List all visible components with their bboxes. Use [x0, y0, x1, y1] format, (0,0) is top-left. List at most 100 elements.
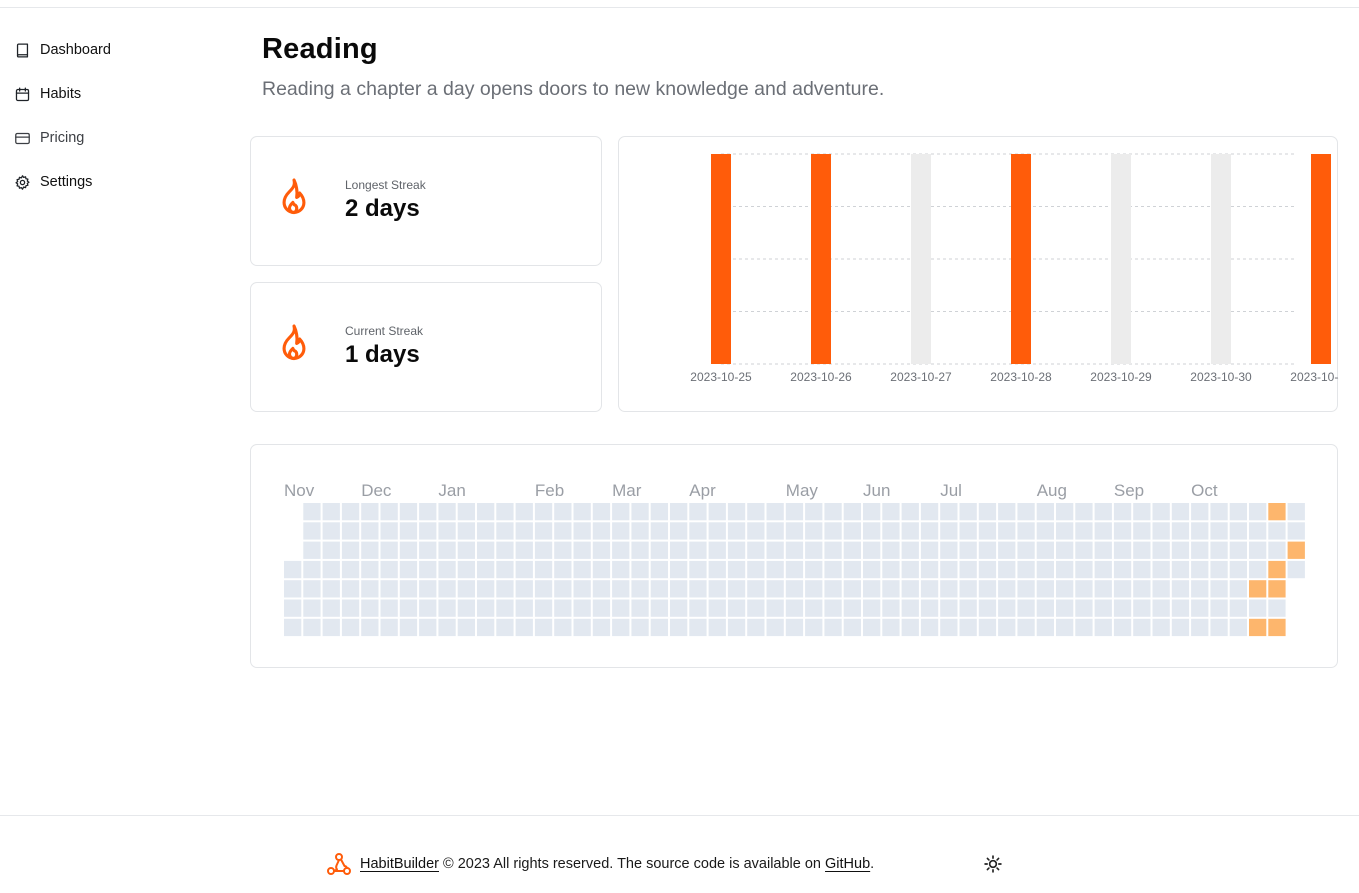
heatmap-cell[interactable] [805, 560, 823, 579]
sun-icon[interactable] [983, 854, 1003, 874]
heatmap-cell[interactable] [1056, 618, 1074, 637]
heatmap-cell[interactable] [766, 599, 784, 617]
heatmap-cell[interactable] [747, 618, 765, 637]
heatmap-cell[interactable] [1152, 503, 1170, 521]
heatmap-cell[interactable] [1268, 580, 1286, 598]
heatmap-cell[interactable] [863, 503, 881, 521]
heatmap-cell[interactable] [1113, 560, 1132, 579]
heatmap-cell[interactable] [612, 560, 630, 579]
heatmap-cell[interactable] [863, 580, 881, 598]
heatmap-cell[interactable] [515, 560, 533, 579]
heatmap-cell[interactable] [747, 560, 765, 579]
heatmap-cell[interactable] [1152, 599, 1170, 617]
heatmap-cell[interactable] [303, 599, 321, 617]
heatmap-cell[interactable] [1056, 599, 1074, 617]
heatmap-cell[interactable] [959, 522, 977, 540]
heatmap-cell[interactable] [998, 599, 1016, 617]
heatmap-cell[interactable] [438, 580, 456, 598]
heatmap-cell[interactable] [631, 580, 649, 598]
heatmap-cell[interactable] [612, 522, 630, 540]
heatmap-cell[interactable] [399, 522, 418, 540]
heatmap-cell[interactable] [901, 618, 919, 637]
heatmap-cell[interactable] [882, 618, 900, 637]
heatmap-cell[interactable] [1268, 618, 1286, 637]
heatmap-cell[interactable] [978, 503, 997, 521]
heatmap-cell[interactable] [959, 503, 977, 521]
heatmap-cell[interactable] [534, 560, 553, 579]
chart-bar[interactable] [811, 154, 831, 364]
heatmap-cell[interactable] [785, 541, 804, 559]
heatmap-cell[interactable] [1171, 599, 1190, 617]
heatmap-cell[interactable] [341, 580, 360, 598]
heatmap-cell[interactable] [380, 503, 398, 521]
heatmap-cell[interactable] [631, 541, 649, 559]
heatmap-cell[interactable] [1171, 541, 1190, 559]
heatmap-cell[interactable] [998, 522, 1016, 540]
heatmap-cell[interactable] [766, 618, 784, 637]
heatmap-cell[interactable] [322, 522, 340, 540]
heatmap-cell[interactable] [689, 580, 707, 598]
heatmap-cell[interactable] [496, 541, 514, 559]
heatmap-cell[interactable] [650, 618, 668, 637]
heatmap-cell[interactable] [727, 599, 746, 617]
heatmap-cell[interactable] [1210, 618, 1228, 637]
heatmap-cell[interactable] [1133, 503, 1151, 521]
heatmap-cell[interactable] [805, 618, 823, 637]
heatmap-cell[interactable] [1152, 618, 1170, 637]
heatmap-cell[interactable] [1075, 541, 1093, 559]
heatmap-cell[interactable] [612, 618, 630, 637]
heatmap-cell[interactable] [747, 503, 765, 521]
heatmap-cell[interactable] [1094, 599, 1112, 617]
heatmap-cell[interactable] [1017, 580, 1035, 598]
heatmap-cell[interactable] [978, 618, 997, 637]
heatmap-cell[interactable] [920, 541, 939, 559]
heatmap-cell[interactable] [477, 522, 495, 540]
heatmap-cell[interactable] [1056, 541, 1074, 559]
heatmap-cell[interactable] [399, 560, 418, 579]
heatmap-cell[interactable] [361, 599, 379, 617]
heatmap-cell[interactable] [361, 618, 379, 637]
heatmap-cell[interactable] [1191, 580, 1209, 598]
heatmap-cell[interactable] [554, 599, 572, 617]
heatmap-cell[interactable] [920, 580, 939, 598]
heatmap-cell[interactable] [438, 560, 456, 579]
heatmap-cell[interactable] [612, 599, 630, 617]
heatmap-cell[interactable] [1094, 580, 1112, 598]
heatmap-cell[interactable] [824, 618, 842, 637]
heatmap-cell[interactable] [419, 618, 437, 637]
heatmap-cell[interactable] [901, 522, 919, 540]
heatmap-cell[interactable] [998, 560, 1016, 579]
heatmap-cell[interactable] [1268, 541, 1286, 559]
heatmap-cell[interactable] [1229, 560, 1247, 579]
heatmap-cell[interactable] [1152, 522, 1170, 540]
heatmap-cell[interactable] [863, 541, 881, 559]
heatmap-cell[interactable] [920, 560, 939, 579]
heatmap-cell[interactable] [554, 541, 572, 559]
heatmap-cell[interactable] [1133, 618, 1151, 637]
heatmap-cell[interactable] [863, 560, 881, 579]
heatmap-cell[interactable] [901, 580, 919, 598]
heatmap-cell[interactable] [824, 541, 842, 559]
heatmap-cell[interactable] [1133, 560, 1151, 579]
heatmap-cell[interactable] [496, 580, 514, 598]
heatmap-cell[interactable] [554, 560, 572, 579]
heatmap-cell[interactable] [1229, 522, 1247, 540]
heatmap-cell[interactable] [1210, 541, 1228, 559]
heatmap-cell[interactable] [419, 503, 437, 521]
heatmap-cell[interactable] [708, 541, 726, 559]
heatmap-cell[interactable] [1075, 560, 1093, 579]
heatmap-cell[interactable] [380, 599, 398, 617]
heatmap-cell[interactable] [496, 522, 514, 540]
heatmap-cell[interactable] [1113, 541, 1132, 559]
heatmap-cell[interactable] [554, 503, 572, 521]
heatmap-cell[interactable] [920, 599, 939, 617]
heatmap-cell[interactable] [727, 618, 746, 637]
heatmap-cell[interactable] [1210, 599, 1228, 617]
heatmap-cell[interactable] [592, 522, 611, 540]
heatmap-cell[interactable] [399, 618, 418, 637]
heatmap-cell[interactable] [612, 541, 630, 559]
heatmap-cell[interactable] [670, 560, 688, 579]
heatmap-cell[interactable] [1075, 618, 1093, 637]
heatmap-cell[interactable] [940, 618, 958, 637]
heatmap-cell[interactable] [747, 522, 765, 540]
